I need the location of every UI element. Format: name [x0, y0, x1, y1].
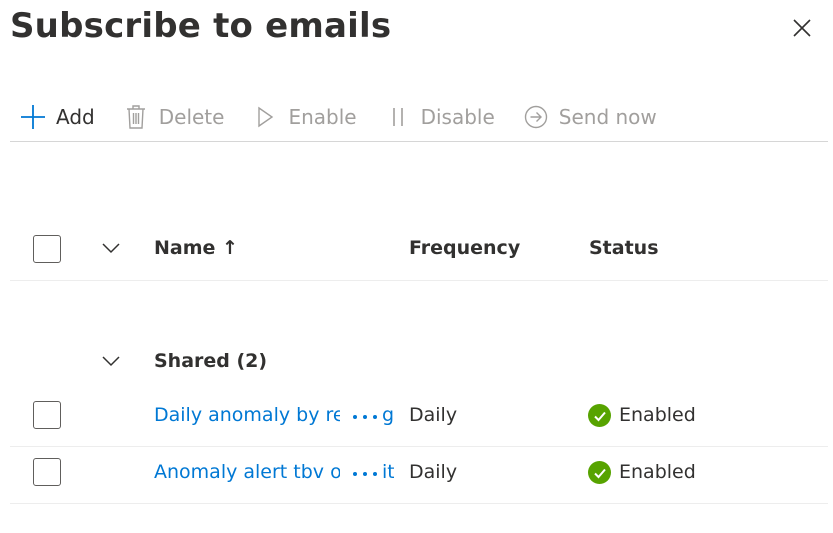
pause-icon: [385, 104, 411, 130]
table-row[interactable]: Anomaly alert tbv optimization alert it …: [10, 446, 828, 504]
status-cell: Enabled: [619, 404, 696, 426]
add-button[interactable]: Add: [20, 95, 95, 139]
group-header: Shared (2): [10, 340, 828, 384]
select-all-checkbox[interactable]: [33, 235, 61, 263]
group-label: Shared (2): [154, 350, 268, 372]
table-header: Name ↑ Frequency Status: [10, 216, 828, 281]
close-icon[interactable]: [792, 18, 812, 38]
subscription-name-trail: g: [382, 404, 394, 426]
enable-button-label: Enable: [288, 104, 357, 129]
page-title: Subscribe to emails: [10, 6, 392, 46]
disable-button-label: Disable: [420, 104, 495, 129]
enable-button[interactable]: Enable: [252, 95, 357, 139]
close-button[interactable]: [786, 12, 818, 44]
column-header-frequency[interactable]: Frequency: [409, 237, 520, 259]
trash-icon: [123, 104, 149, 130]
frequency-cell: Daily: [409, 461, 458, 483]
plus-icon: [20, 104, 46, 130]
send-now-button-label: Send now: [558, 104, 657, 129]
delete-button-label: Delete: [158, 104, 225, 129]
check-circle-icon: [588, 404, 611, 427]
table-row[interactable]: Daily anomaly by resource group g Daily …: [10, 389, 828, 447]
chevron-down-icon[interactable]: [100, 350, 122, 372]
delete-button[interactable]: Delete: [123, 95, 225, 139]
disable-button[interactable]: Disable: [385, 95, 495, 139]
play-icon: [252, 104, 278, 130]
row-checkbox[interactable]: [33, 401, 61, 429]
chevron-down-icon[interactable]: [100, 237, 122, 259]
status-cell: Enabled: [619, 461, 696, 483]
subscription-name-trail: it: [382, 461, 394, 483]
row-checkbox[interactable]: [33, 458, 61, 486]
column-header-status[interactable]: Status: [589, 237, 659, 259]
arrow-circle-icon: [523, 104, 549, 130]
frequency-cell: Daily: [409, 404, 458, 426]
add-button-label: Add: [56, 104, 95, 129]
command-bar: Add Delete Enable Disable Send now: [10, 92, 828, 142]
send-now-button[interactable]: Send now: [523, 95, 657, 139]
column-header-name[interactable]: Name ↑: [154, 237, 238, 259]
check-circle-icon: [588, 461, 611, 484]
